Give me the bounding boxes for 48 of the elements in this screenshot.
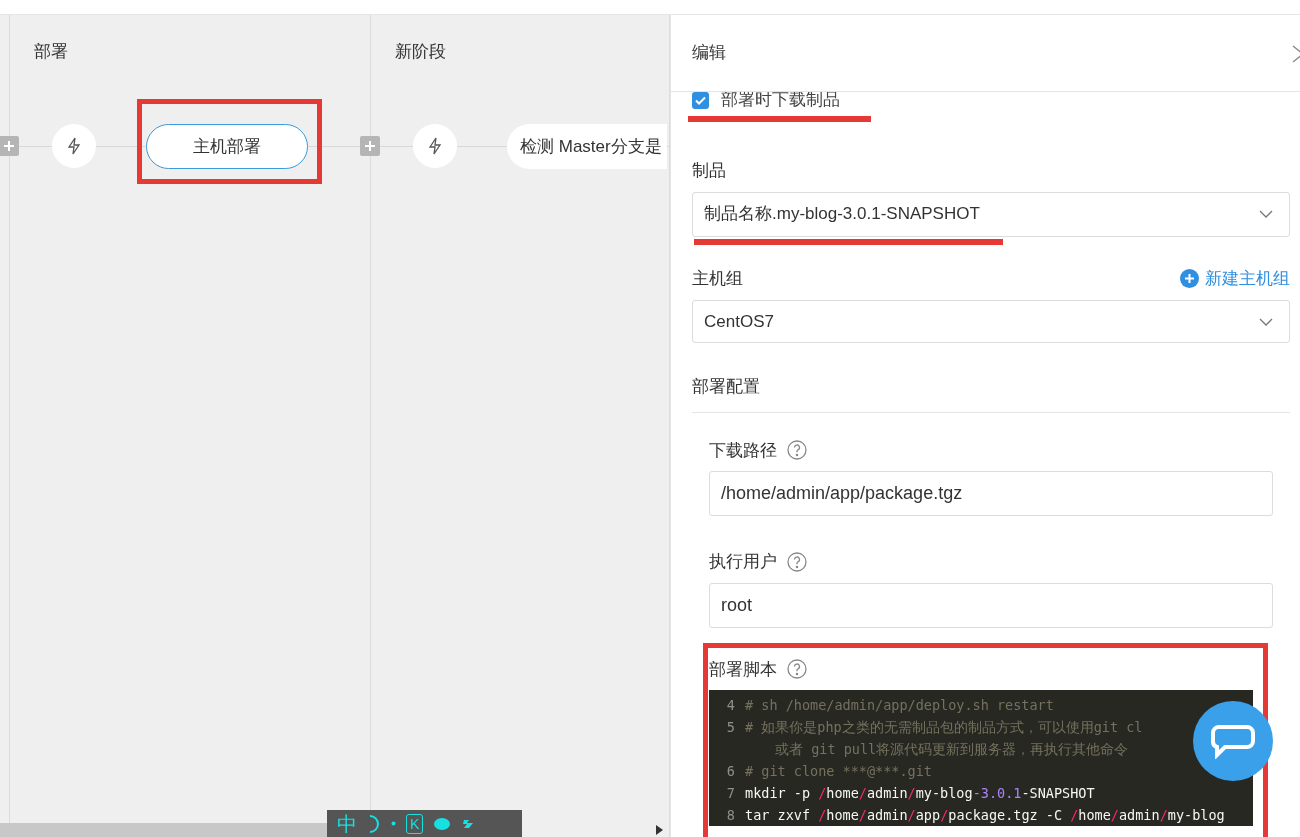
code-line: # 如果你是php之类的无需制品包的制品方式，可以使用git cl: [745, 718, 1143, 737]
code-line: # git clone ***@***.git: [745, 762, 932, 781]
trigger-node[interactable]: [52, 124, 96, 168]
code-editor[interactable]: [709, 690, 1253, 826]
artifact-select[interactable]: 制品名称.my-blog-3.0.1-SNAPSHOT: [692, 191, 1290, 237]
panel-title: 编辑: [692, 42, 726, 65]
dot-icon[interactable]: [391, 821, 396, 826]
section-title: 部署配置: [692, 377, 760, 396]
chevron-down-icon: [1259, 317, 1273, 326]
line-number: 4: [725, 696, 736, 715]
text-field[interactable]: /home/admin/app/package.tgz: [709, 471, 1273, 516]
line-number: 8: [725, 806, 736, 825]
text-field[interactable]: root: [709, 582, 1273, 628]
code-line: mkdir -p /home/admin/my-blog-3.0.1-SNAPSHOT: [745, 784, 1095, 803]
chevron-down-icon: [1259, 210, 1273, 218]
stage-title: 部署: [34, 41, 68, 63]
code-line: tar zxvf /home/admin/app/package.tgz -C /home/admin/my-blog: [745, 806, 1225, 825]
trigger-node[interactable]: [413, 124, 457, 168]
lightning-icon: [66, 137, 82, 155]
field-label: 制品: [692, 160, 727, 182]
line-number: 5: [725, 718, 736, 737]
caret-right-icon[interactable]: [656, 825, 663, 835]
checkmark-icon: [695, 95, 706, 105]
lightning-icon: [427, 137, 443, 155]
field-label: 执行用户: [709, 551, 777, 573]
job-node[interactable]: 主机部署: [146, 124, 308, 169]
add-stage-icon[interactable]: [360, 136, 380, 156]
job-node[interactable]: 检测 Master分支是: [507, 124, 667, 169]
help-icon[interactable]: [787, 551, 807, 572]
field-label: 部署脚本: [709, 658, 777, 681]
code-line: 或者 git pull将源代码更新到服务器，再执行其他命令: [774, 740, 1130, 759]
field-label: 主机组: [692, 267, 743, 290]
help-icon[interactable]: [787, 440, 807, 461]
field-label: 下载路径: [709, 439, 777, 462]
line-number: 7: [725, 784, 736, 803]
chat-icon: [1211, 723, 1255, 759]
host-group-select[interactable]: CentOS7: [692, 300, 1290, 343]
stage-title: 新阶段: [395, 41, 446, 63]
add-stage-icon[interactable]: [0, 136, 19, 156]
close-icon[interactable]: [1292, 45, 1300, 63]
code-line: # sh /home/admin/app/deploy.sh restart: [745, 696, 1054, 715]
line-number: 6: [725, 762, 736, 781]
help-icon[interactable]: [787, 659, 807, 680]
keyboard-key[interactable]: K: [406, 813, 424, 834]
language-indicator[interactable]: 中: [337, 813, 357, 834]
moon-icon[interactable]: [367, 814, 381, 833]
new-host-group-link[interactable]: 新建主机组: [1180, 265, 1290, 291]
plus-icon: [1180, 268, 1199, 288]
